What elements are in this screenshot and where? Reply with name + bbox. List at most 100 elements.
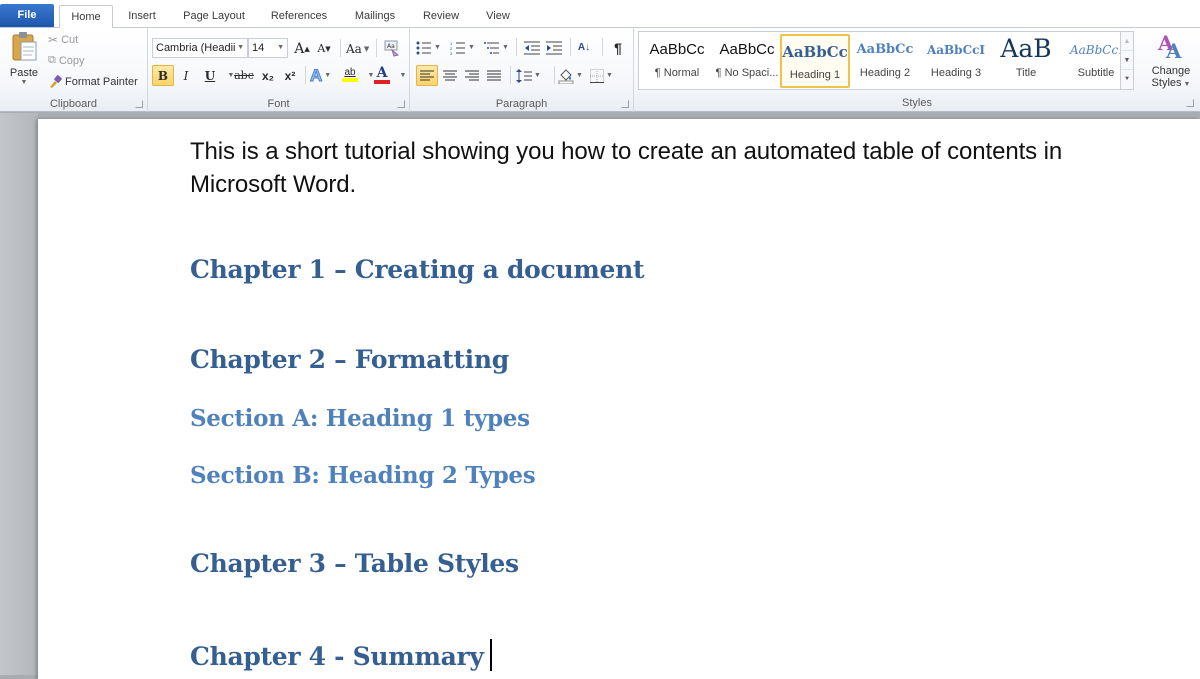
separator [305, 66, 306, 84]
font-name-combobox[interactable]: Cambria (Headii ▼ [152, 38, 248, 58]
left-gutter [0, 113, 38, 675]
style-name: Title [1015, 67, 1037, 79]
borders-icon [590, 68, 604, 83]
increase-indent-button[interactable] [544, 37, 564, 58]
paragraph-group: ▼ 123 ▼ ▼ A↓ ¶ ▼ ▼ ▼ Paragraph [410, 28, 634, 112]
align-left-button[interactable] [416, 65, 438, 86]
align-right-button[interactable] [462, 65, 482, 86]
separator [510, 66, 511, 84]
shrink-font-icon: A [317, 42, 326, 55]
style-name: Heading 3 [930, 67, 982, 79]
paste-label: Paste [9, 67, 39, 79]
change-styles-label-2: Styles ▼ [1151, 77, 1191, 89]
bullets-button[interactable]: ▼ [416, 37, 441, 58]
cut-button[interactable]: ✂ Cut [48, 33, 78, 47]
tab-home[interactable]: Home [59, 5, 113, 29]
gallery-scroll-up-icon[interactable]: ▲ [1121, 32, 1133, 51]
tab-page-layout[interactable]: Page Layout [176, 5, 252, 28]
highlight-icon: ab [344, 67, 356, 78]
copy-button[interactable]: ⧉ Copy [48, 54, 85, 67]
font-color-button[interactable]: A [372, 64, 392, 85]
clipboard-group-label: Clipboard [49, 98, 98, 110]
line-spacing-button[interactable]: ▼ [516, 65, 541, 86]
clipboard-dialog-launcher[interactable] [135, 100, 143, 108]
separator [376, 39, 377, 57]
tab-file[interactable]: File [0, 4, 54, 27]
bold-button[interactable]: B [152, 65, 174, 86]
decrease-indent-button[interactable] [522, 37, 542, 58]
multilevel-list-button[interactable]: ▼ [484, 37, 509, 58]
style-normal[interactable]: AaBbCc ¶ Normal [642, 34, 712, 88]
subscript-button[interactable]: x₂ [258, 65, 278, 86]
align-right-icon [465, 70, 479, 80]
change-case-icon: Aa [346, 41, 362, 56]
style-heading-3[interactable]: AaBbCcI Heading 3 [921, 34, 991, 88]
change-case-button[interactable]: Aa ▼ [346, 38, 369, 59]
show-formatting-button[interactable]: ¶ [608, 37, 628, 58]
shrink-font-button[interactable]: A ▼ [314, 38, 334, 59]
style-preview: AaBbCc [856, 42, 914, 57]
strikethrough-button[interactable]: abc [234, 65, 254, 86]
font-size-combobox[interactable]: 14 ▼ [248, 38, 288, 58]
numbering-button[interactable]: 123 ▼ [450, 37, 475, 58]
paste-dropdown-icon[interactable]: ▼ [6, 79, 42, 86]
tab-mailings[interactable]: Mailings [346, 5, 404, 28]
style-heading-1[interactable]: AaBbCc Heading 1 [780, 34, 850, 88]
align-center-icon [443, 70, 457, 80]
italic-button[interactable]: I [176, 65, 196, 86]
grow-font-button[interactable]: A ▲ [292, 38, 312, 59]
line-spacing-icon [516, 68, 532, 83]
tab-references[interactable]: References [264, 5, 334, 28]
align-left-icon [420, 70, 434, 80]
ribbon: Paste ▼ ✂ Cut ⧉ Copy Format Painter Clip… [0, 28, 1200, 112]
heading-chapter-4[interactable]: Chapter 4 - Summary [190, 639, 492, 671]
gallery-more-icon[interactable]: ⯆ [1121, 70, 1133, 89]
paste-button[interactable]: Paste ▼ [6, 30, 42, 92]
ribbon-tab-bar: File Home Insert Page Layout References … [0, 0, 1200, 29]
style-title[interactable]: AaB Title [991, 34, 1061, 88]
highlight-color-bar [342, 78, 358, 82]
multilevel-list-icon [484, 41, 499, 54]
heading-chapter-3[interactable]: Chapter 3 – Table Styles [190, 549, 519, 578]
font-size-value: 14 [252, 42, 265, 54]
change-styles-button[interactable]: A A Change Styles ▼ [1146, 30, 1196, 92]
highlight-button[interactable]: ab [340, 64, 360, 85]
tab-insert[interactable]: Insert [120, 5, 164, 28]
tab-view[interactable]: View [478, 5, 518, 28]
font-dialog-launcher[interactable] [397, 100, 405, 108]
format-painter-button[interactable]: Format Painter [48, 75, 138, 89]
heading-chapter-1[interactable]: Chapter 1 – Creating a document [190, 255, 645, 284]
style-name: Heading 2 [859, 67, 911, 79]
underline-button[interactable]: U [200, 65, 220, 86]
sort-icon: A↓ [577, 42, 591, 53]
gallery-scroll-down-icon[interactable]: ▼ [1121, 51, 1133, 70]
paragraph-dialog-launcher[interactable] [621, 100, 629, 108]
font-name-value: Cambria (Headii [156, 42, 236, 54]
align-center-button[interactable] [440, 65, 460, 86]
font-color-bar [374, 79, 390, 84]
underline-icon: U [204, 68, 216, 83]
justify-button[interactable] [484, 65, 504, 86]
borders-button[interactable]: ▼ [590, 65, 613, 86]
heading-chapter-2[interactable]: Chapter 2 – Formatting [190, 345, 509, 374]
heading-section-b[interactable]: Section B: Heading 2 Types [190, 462, 536, 489]
gallery-scrollbar[interactable]: ▲ ▼ ⯆ [1120, 32, 1133, 89]
intro-paragraph[interactable]: This is a short tutorial showing you how… [190, 135, 1130, 201]
increase-indent-icon [546, 41, 562, 54]
separator [602, 38, 603, 56]
superscript-button[interactable]: x² [280, 65, 300, 86]
document-page[interactable]: This is a short tutorial showing you how… [38, 119, 1200, 679]
style-heading-2[interactable]: AaBbCc Heading 2 [850, 34, 920, 88]
chevron-down-icon: ▼ [237, 44, 244, 51]
sort-button[interactable]: A↓ [574, 37, 594, 58]
paragraph-group-label: Paragraph [495, 98, 548, 110]
font-color-dropdown[interactable]: ▼ [392, 65, 412, 86]
shading-icon [558, 68, 574, 84]
shading-button[interactable]: ▼ [558, 65, 583, 86]
tab-review[interactable]: Review [416, 5, 466, 28]
styles-dialog-launcher[interactable] [1186, 99, 1194, 107]
text-effects-button[interactable]: A ▼ [309, 65, 331, 86]
style-no-spacing[interactable]: AaBbCc ¶ No Spaci... [712, 34, 782, 88]
heading-section-a[interactable]: Section A: Heading 1 types [190, 405, 530, 432]
clear-formatting-button[interactable]: Aa [382, 37, 402, 58]
